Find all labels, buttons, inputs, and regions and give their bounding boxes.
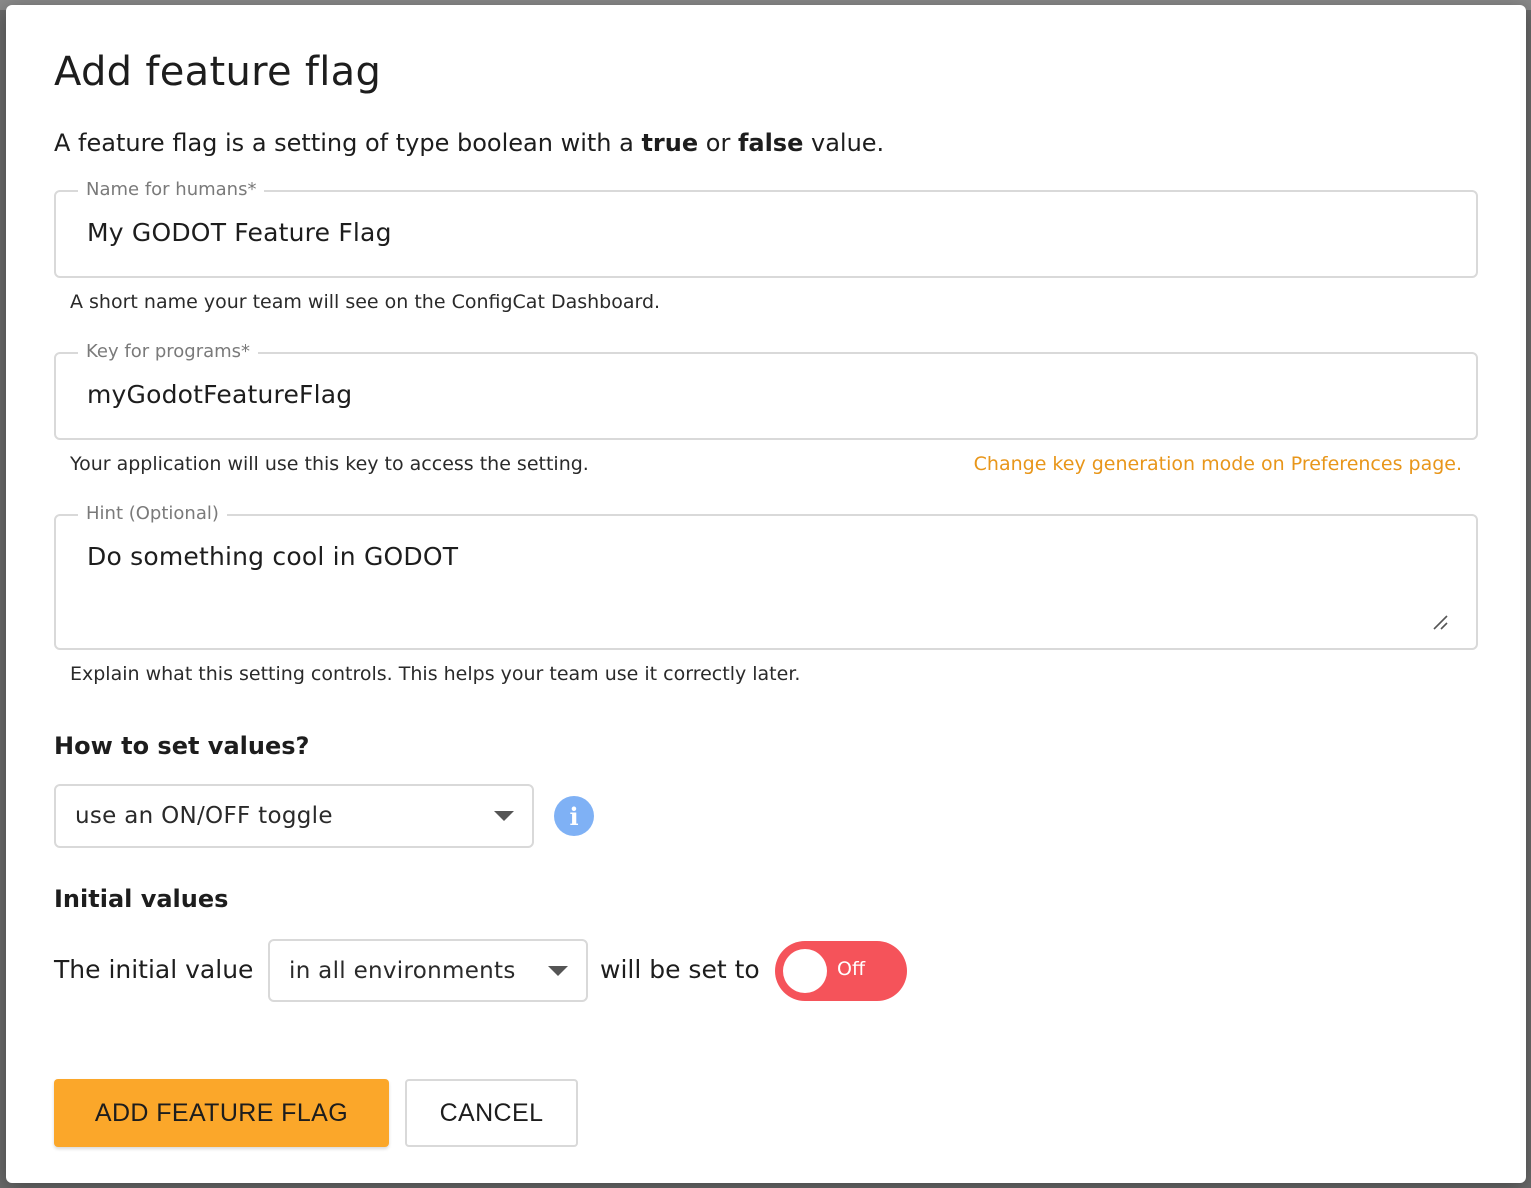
toggle-knob [783,949,827,993]
initial-value-toggle[interactable]: Off [775,941,907,1001]
chevron-down-icon [548,965,568,976]
key-field[interactable]: Key for programs* myGodotFeatureFlag [54,341,1478,440]
toggle-label: Off [837,958,866,980]
intro-true: true [641,129,699,157]
name-field-value[interactable]: My GODOT Feature Flag [87,218,392,247]
values-heading: How to set values? [54,732,310,760]
intro-prefix: A feature flag is a setting of type bool… [54,129,642,157]
add-feature-flag-dialog: Add feature flag A feature flag is a set… [6,5,1526,1183]
initial-value-middle: will be set to [600,955,760,984]
chevron-down-icon [494,811,514,821]
hint-field-value[interactable]: Do something cool in GODOT [87,542,458,571]
initial-value-prefix: The initial value [54,955,254,984]
environment-select-value: in all environments [289,957,516,984]
key-generation-preferences-link[interactable]: Change key generation mode on Preference… [974,453,1462,475]
intro-middle: or [698,129,738,157]
value-mode-select-value: use an ON/OFF toggle [75,803,333,829]
intro-suffix: value. [803,129,885,157]
key-field-label: Key for programs* [78,341,259,362]
intro-false: false [737,129,804,157]
dialog-title: Add feature flag [54,49,382,95]
key-field-value[interactable]: myGodotFeatureFlag [87,380,352,409]
add-feature-flag-button[interactable]: ADD FEATURE FLAG [54,1079,389,1147]
info-icon[interactable]: i [554,796,594,836]
cancel-button[interactable]: CANCEL [405,1079,578,1147]
name-field-helper: A short name your team will see on the C… [70,291,661,313]
resize-grip-icon[interactable] [1432,614,1448,630]
value-mode-select[interactable]: use an ON/OFF toggle [54,784,534,848]
key-field-helper: Your application will use this key to ac… [70,453,589,475]
name-field[interactable]: Name for humans* My GODOT Feature Flag [54,179,1478,278]
hint-field-label: Hint (Optional) [78,503,227,524]
initial-values-heading: Initial values [54,885,229,913]
environment-select[interactable]: in all environments [268,939,588,1002]
name-field-label: Name for humans* [78,179,265,200]
hint-field-helper: Explain what this setting controls. This… [70,663,801,685]
hint-textarea[interactable]: Hint (Optional) Do something cool in GOD… [54,503,1478,650]
dialog-intro: A feature flag is a setting of type bool… [54,129,884,157]
